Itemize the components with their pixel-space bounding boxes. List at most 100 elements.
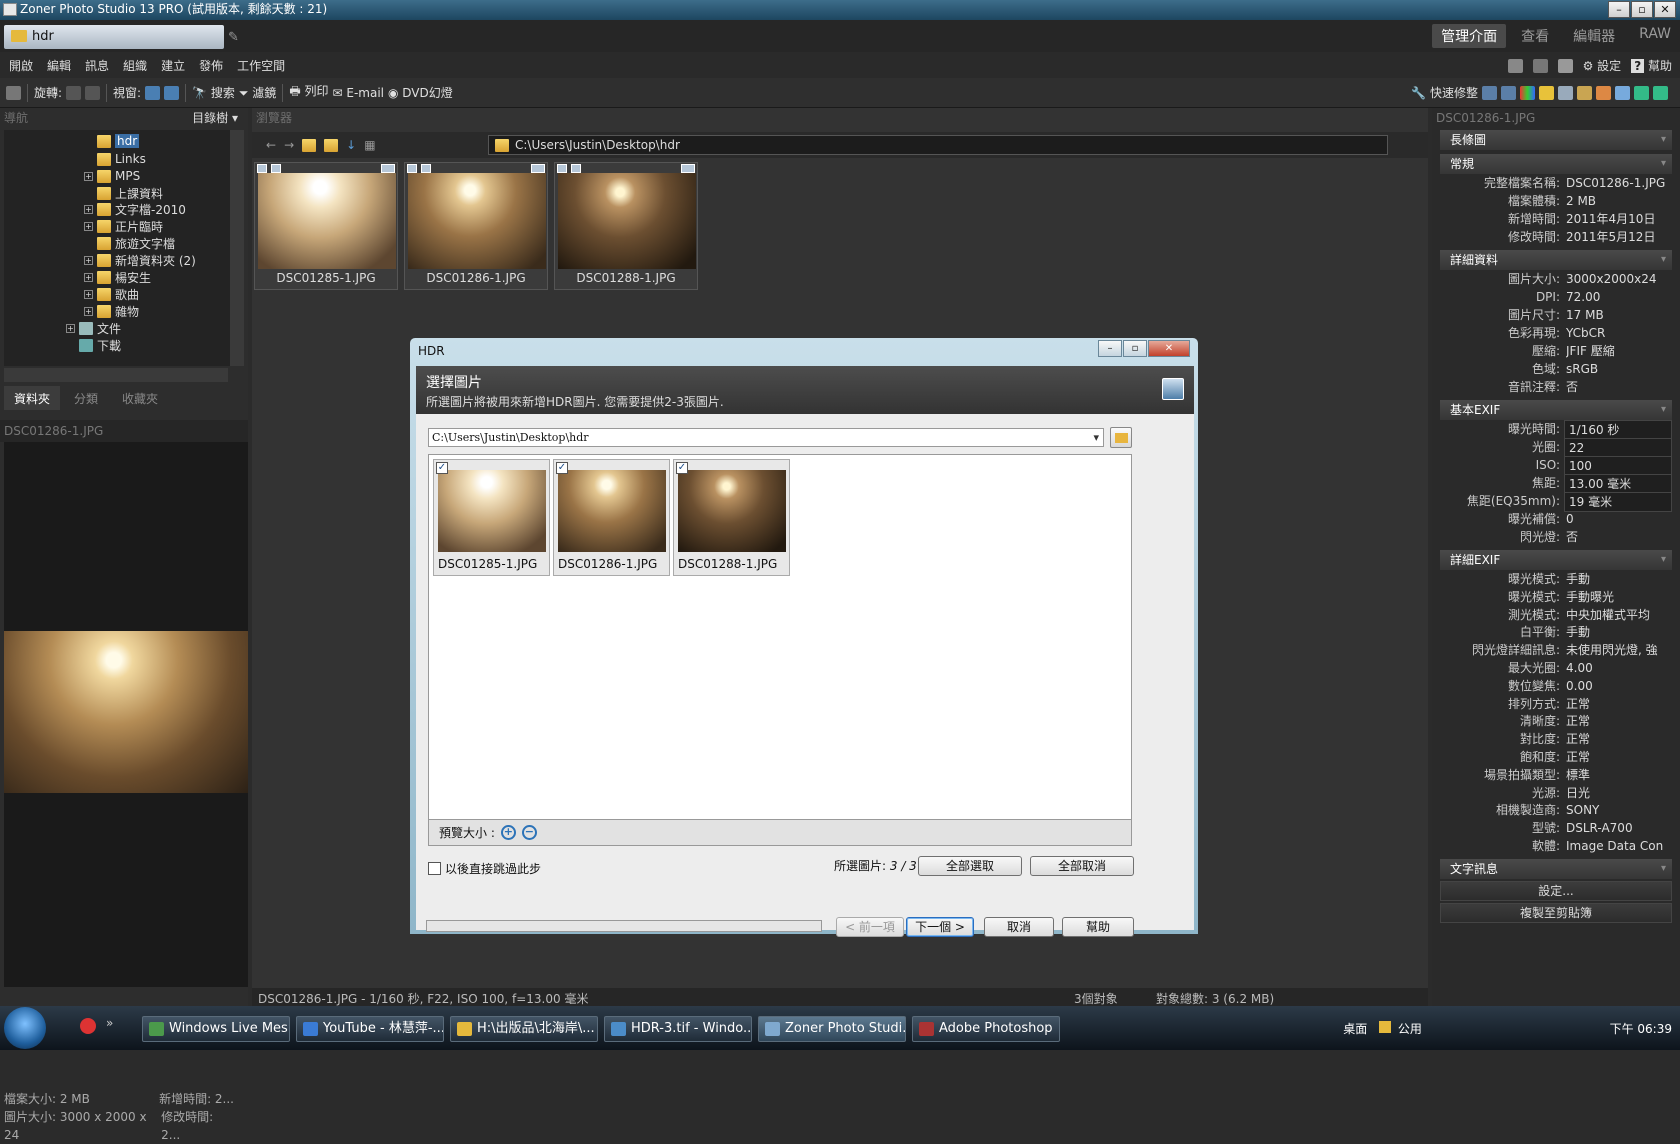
tree-item[interactable]: + 文字檔-2010: [84, 200, 186, 218]
image-checkbox[interactable]: ✓: [556, 462, 568, 474]
taskbar-item[interactable]: H:\出版品\北海岸\...: [450, 1016, 598, 1042]
select-all-button[interactable]: 全部選取: [918, 856, 1022, 876]
tab-favorites[interactable]: 收藏夾: [112, 386, 168, 410]
tree-item[interactable]: 下載: [79, 336, 121, 354]
image-icon[interactable]: [1577, 85, 1592, 100]
section-details[interactable]: 詳細資料: [1440, 250, 1672, 270]
tab-categories[interactable]: 分類: [64, 386, 108, 410]
close-button[interactable]: ✕: [1654, 1, 1676, 18]
tab-folders[interactable]: 資料夾: [4, 386, 61, 410]
tree-item[interactable]: + 歌曲: [84, 285, 139, 303]
thumbnail[interactable]: DSC01285-1.JPG: [254, 162, 398, 290]
section-exif-basic[interactable]: 基本EXIF: [1440, 400, 1672, 420]
dialog-close-button[interactable]: ✕: [1148, 340, 1190, 357]
browse-folder-button[interactable]: [1110, 427, 1132, 448]
image-tile[interactable]: ✓ DSC01285-1.JPG: [433, 459, 550, 576]
filter-button[interactable]: ⏷ 濾鏡: [239, 84, 276, 101]
folder-menu-icon[interactable]: [324, 138, 339, 152]
taskbar-item[interactable]: Windows Live Mes...: [142, 1016, 290, 1042]
help-button[interactable]: ? 幫助: [1631, 57, 1672, 74]
taskbar-item[interactable]: HDR-3.tif - Windo...: [604, 1016, 752, 1042]
tree-scrollbar[interactable]: [230, 130, 244, 366]
taskbar-item[interactable]: Adobe Photoshop: [912, 1016, 1060, 1042]
edit-tab-icon[interactable]: ✎: [228, 30, 239, 45]
doc-tab-hdr[interactable]: hdr: [4, 25, 224, 49]
tool2-icon[interactable]: [1501, 85, 1516, 100]
prev-button[interactable]: < 前一項: [836, 917, 904, 937]
desktop-toolbar[interactable]: 桌面: [1343, 1022, 1367, 1036]
tree-item[interactable]: 旅遊文字檔: [84, 234, 175, 252]
quickfix-button[interactable]: 🔧 快速修整: [1411, 84, 1478, 101]
dvd-button[interactable]: ◉ DVD幻燈: [388, 84, 453, 101]
skip-step-checkbox[interactable]: 以後直接跳過此步: [428, 860, 541, 877]
help-button[interactable]: 幫助: [1062, 917, 1134, 937]
tree-item[interactable]: + 正片臨時: [84, 217, 163, 235]
settings-button[interactable]: ⚙ 設定: [1583, 57, 1622, 74]
view-mode2-icon[interactable]: [164, 85, 180, 100]
menu-info[interactable]: 訊息: [78, 57, 116, 74]
path-bar[interactable]: C:\Users\Justin\Desktop\hdr: [488, 135, 1388, 155]
image-checkbox[interactable]: ✓: [436, 462, 448, 474]
up-folder-icon[interactable]: [302, 138, 317, 152]
minimize-button[interactable]: –: [1608, 1, 1630, 18]
tree-item[interactable]: Links: [84, 150, 146, 168]
copy-clipboard-button[interactable]: 複製至剪貼簿: [1440, 902, 1672, 923]
monitor-icon[interactable]: [1532, 58, 1548, 73]
tree-hscrollbar[interactable]: [4, 368, 228, 382]
cancel-button[interactable]: 取消: [984, 917, 1054, 937]
mode-raw[interactable]: RAW: [1630, 24, 1680, 48]
image-checkbox[interactable]: ✓: [676, 462, 688, 474]
menu-publish[interactable]: 發佈: [192, 57, 230, 74]
menu-organize[interactable]: 組織: [116, 57, 154, 74]
mode-editor[interactable]: 編輯器: [1564, 24, 1624, 48]
back-icon[interactable]: ←: [266, 138, 276, 152]
menu-workspace[interactable]: 工作空間: [230, 57, 292, 74]
menu-open[interactable]: 開啟: [2, 57, 40, 74]
info-value[interactable]: 13.00 毫米: [1564, 474, 1672, 494]
info-value[interactable]: 22: [1564, 438, 1672, 458]
section-general[interactable]: 常規: [1440, 154, 1672, 174]
section-exif-detail[interactable]: 詳細EXIF: [1440, 550, 1672, 570]
thumbnail[interactable]: DSC01286-1.JPG: [404, 162, 548, 290]
print-button[interactable]: 🖶 列印: [289, 82, 328, 103]
tree-item[interactable]: + MPS: [84, 167, 140, 185]
bulb-icon[interactable]: [1539, 85, 1554, 100]
tool1-icon[interactable]: [1482, 85, 1497, 100]
tree-item-hdr[interactable]: hdr: [84, 132, 140, 150]
info-value[interactable]: 1/160 秒: [1564, 420, 1672, 440]
dialog-maximize-button[interactable]: ▫: [1123, 340, 1147, 357]
tree-item[interactable]: + 雜物: [84, 302, 139, 320]
taskbar-item[interactable]: Zoner Photo Studi...: [758, 1016, 906, 1042]
next-button[interactable]: 下一個 >: [906, 917, 974, 937]
menu-edit[interactable]: 編輯: [40, 57, 78, 74]
image-tile[interactable]: ✓ DSC01286-1.JPG: [553, 459, 670, 576]
rotate-right-icon[interactable]: [85, 85, 101, 100]
quicklaunch-more-icon[interactable]: »: [106, 1016, 113, 1030]
taskbar-item[interactable]: YouTube - 林慧萍-...: [296, 1016, 444, 1042]
zoom-in-icon[interactable]: [1634, 85, 1649, 100]
section-histogram[interactable]: 長條圖: [1440, 130, 1672, 150]
section-text-info[interactable]: 文字訊息: [1440, 858, 1672, 879]
public-toolbar[interactable]: 公用: [1398, 1022, 1422, 1036]
zoom-out-icon[interactable]: [1653, 85, 1668, 100]
zoom-out-icon[interactable]: −: [521, 825, 537, 840]
search-button[interactable]: 🔭 搜索: [192, 84, 235, 101]
tree-item[interactable]: + 新增資料夾 (2): [84, 251, 196, 269]
view-mode-icon[interactable]: [145, 85, 161, 100]
mode-manager[interactable]: 管理介面: [1432, 24, 1507, 48]
camera-icon[interactable]: [6, 85, 21, 100]
image-tile[interactable]: ✓ DSC01288-1.JPG: [673, 459, 790, 576]
clock[interactable]: 下午 06:39: [1610, 1022, 1672, 1036]
rotate-left-icon[interactable]: [66, 85, 82, 100]
start-button[interactable]: [4, 1007, 46, 1049]
zoom-in-icon[interactable]: +: [500, 825, 516, 840]
scanner-icon[interactable]: [1557, 58, 1573, 73]
forward-icon[interactable]: →: [284, 138, 294, 152]
opera-icon[interactable]: [80, 1018, 96, 1034]
export-icon[interactable]: [1596, 85, 1611, 100]
tree-item[interactable]: + 文件: [66, 319, 121, 337]
tree-mode-dropdown[interactable]: 目錄樹 ▾: [192, 108, 238, 128]
info-value[interactable]: 100: [1564, 456, 1672, 476]
maximize-button[interactable]: ▫: [1631, 1, 1653, 18]
sharpen-icon[interactable]: [1558, 85, 1573, 100]
